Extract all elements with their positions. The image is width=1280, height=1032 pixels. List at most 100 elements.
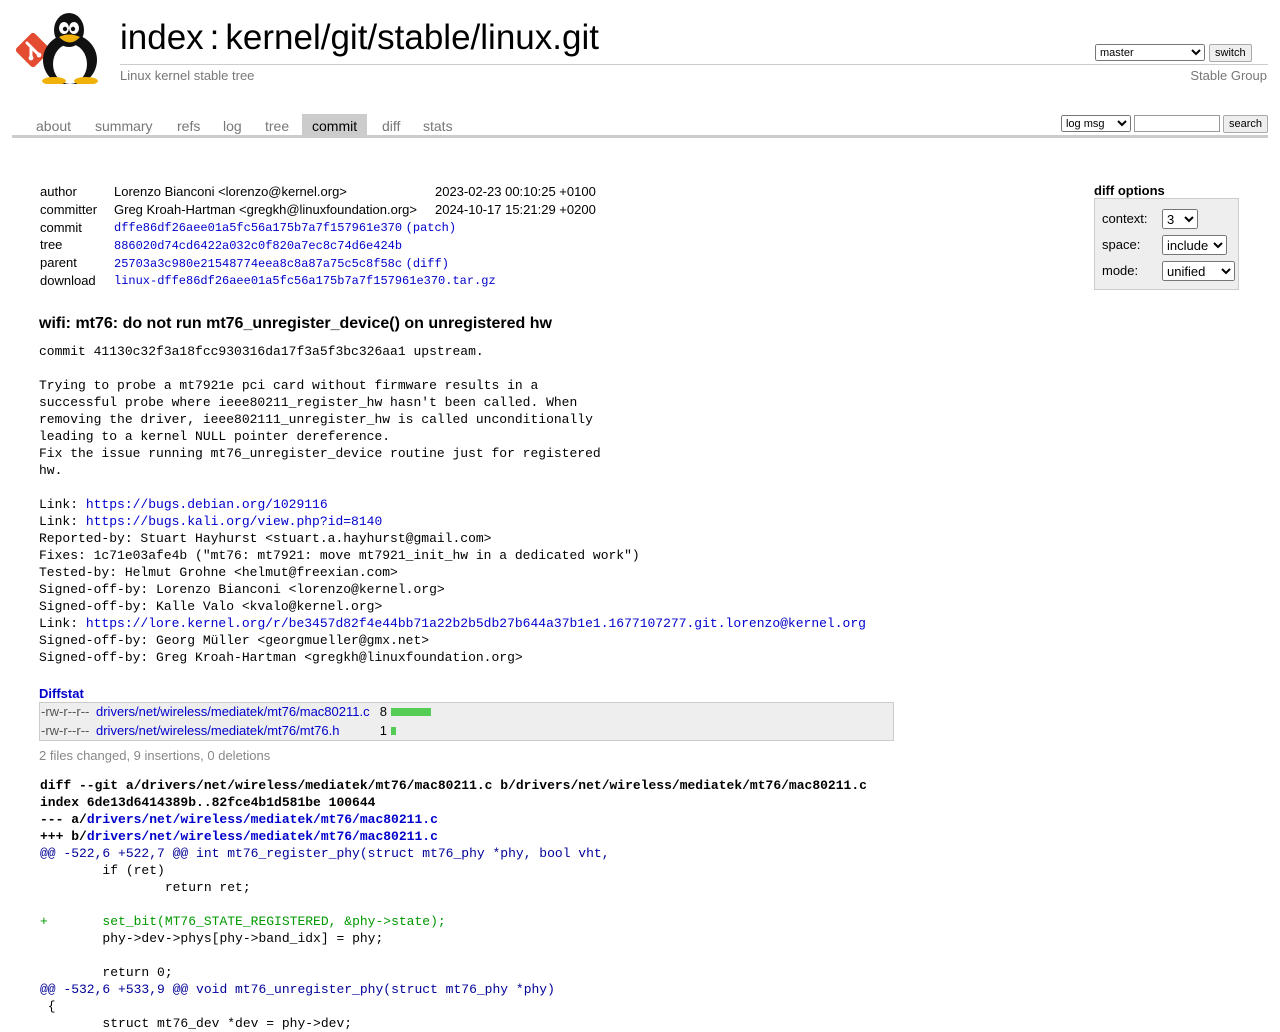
space-option: space: include bbox=[1102, 235, 1227, 255]
space-label: space: bbox=[1102, 237, 1141, 252]
diff-hunk-header: @@ -522,6 +522,7 @@ int mt76_register_ph… bbox=[40, 846, 610, 861]
diffstat-table: -rw-r--r-- drivers/net/wireless/mediatek… bbox=[39, 702, 894, 741]
message-line: Signed-off-by: Lorenzo Bianconi <lorenzo… bbox=[39, 582, 445, 597]
message-line: leading to a kernel NULL pointer derefer… bbox=[39, 429, 391, 444]
search-mode-select[interactable]: log msg bbox=[1060, 115, 1131, 132]
download-link[interactable]: linux-dffe86df26aee01a5fc56a175b7a7f1579… bbox=[114, 274, 496, 288]
message-line: Fix the issue running mt76_unregister_de… bbox=[39, 446, 601, 461]
diff-options-panel: context: 3 space: include mode: unified bbox=[1094, 198, 1239, 290]
insertions-bar bbox=[391, 727, 396, 735]
message-line bbox=[39, 479, 866, 496]
file-mode: -rw-r--r-- bbox=[41, 704, 90, 719]
tree-row: tree 886020d74cd6422a032c0f820a7ec8c74d6… bbox=[36, 236, 600, 254]
mode-label: mode: bbox=[1102, 263, 1139, 278]
committer-label: committer bbox=[40, 202, 98, 218]
message-line: removing the driver, ieee802111_unregist… bbox=[39, 412, 593, 427]
search-input[interactable] bbox=[1133, 115, 1220, 132]
repo-owner: Stable Group bbox=[1190, 68, 1267, 83]
diffstat-link[interactable]: Diffstat bbox=[39, 686, 84, 701]
context-select[interactable]: 3 bbox=[1162, 209, 1198, 229]
tux-penguin-icon bbox=[42, 13, 98, 84]
hunk-function: int mt76_register_phy(struct mt76_phy *p… bbox=[188, 846, 610, 861]
message-link[interactable]: https://lore.kernel.org/r/be3457d82f4e44… bbox=[86, 616, 866, 631]
page-title: index: kernel/git/stable/linux.git bbox=[120, 16, 599, 60]
message-line: Fixes: 1c71e03afe4b ("mt76: mt7921: move… bbox=[39, 548, 640, 563]
committer-date: 2024-10-17 15:21:29 +0200 bbox=[434, 202, 596, 218]
author-row: author Lorenzo Bianconi <lorenzo@kernel.… bbox=[36, 183, 600, 201]
diff-file-line: +++ b/drivers/net/wireless/mediatek/mt76… bbox=[40, 829, 438, 844]
tree-label: tree bbox=[40, 237, 63, 253]
commit-info-table: author Lorenzo Bianconi <lorenzo@kernel.… bbox=[36, 183, 600, 289]
diff-header-line: diff --git a/drivers/net/wireless/mediat… bbox=[40, 778, 867, 793]
author-date: 2023-02-23 00:10:25 +0100 bbox=[434, 184, 596, 200]
message-line: successful probe where ieee80211_registe… bbox=[39, 395, 578, 410]
commit-subject: wifi: mt76: do not run mt76_unregister_d… bbox=[39, 315, 552, 332]
diffstat-summary: 2 files changed, 9 insertions, 0 deletio… bbox=[39, 748, 271, 763]
author-label: author bbox=[40, 184, 77, 200]
tab-summary[interactable]: summary bbox=[85, 114, 163, 135]
file-path-link[interactable]: drivers/net/wireless/mediatek/mt76/mac80… bbox=[96, 703, 370, 721]
message-link[interactable]: https://bugs.debian.org/1029116 bbox=[86, 497, 328, 512]
tree-cell: 886020d74cd6422a032c0f820a7ec8c74d6e424b bbox=[110, 236, 600, 254]
download-cell: linux-dffe86df26aee01a5fc56a175b7a7f1579… bbox=[110, 271, 600, 289]
message-line: Link: https://bugs.debian.org/1029116 bbox=[39, 497, 328, 512]
message-line: hw. bbox=[39, 463, 63, 478]
diff-file-link[interactable]: drivers/net/wireless/mediatek/mt76/mac80… bbox=[87, 812, 438, 827]
message-line: Signed-off-by: Greg Kroah-Hartman <gregk… bbox=[39, 650, 523, 665]
download-label: download bbox=[40, 272, 96, 288]
diff-options-title: diff options bbox=[1094, 183, 1165, 198]
message-line bbox=[39, 360, 866, 377]
file-mode: -rw-r--r-- bbox=[41, 723, 90, 738]
author-value: Lorenzo Bianconi <lorenzo@kernel.org> bbox=[114, 184, 347, 200]
tab-stats[interactable]: stats bbox=[413, 114, 463, 135]
diff-context-line bbox=[40, 947, 867, 964]
tab-commit[interactable]: commit bbox=[302, 114, 368, 135]
parent-label: parent bbox=[40, 255, 77, 271]
context-option: context: 3 bbox=[1102, 209, 1198, 229]
space-select[interactable]: include bbox=[1162, 235, 1227, 255]
message-line: Tested-by: Helmut Grohne <helmut@freexia… bbox=[39, 565, 398, 580]
message-line: Signed-off-by: Georg Müller <georgmuelle… bbox=[39, 633, 430, 648]
message-line: Signed-off-by: Kalle Valo <kvalo@kernel.… bbox=[39, 599, 383, 614]
committer-value: Greg Kroah-Hartman <gregkh@linuxfoundati… bbox=[114, 202, 417, 218]
diff-context-line: if (ret) bbox=[40, 863, 165, 878]
context-label: context: bbox=[1102, 211, 1148, 226]
branch-select[interactable]: master bbox=[1095, 44, 1205, 61]
tab-log[interactable]: log bbox=[213, 114, 252, 135]
diff-context-line: phy->dev->phys[phy->band_idx] = phy; bbox=[40, 931, 384, 946]
diff-context-line bbox=[40, 896, 867, 913]
diff-header-line: index 6de13d6414389b..82fce4b1d581be 100… bbox=[40, 795, 376, 810]
parent-row: parent 25703a3c980e21548774eea8c8a87a75c… bbox=[36, 254, 600, 272]
switch-button[interactable]: switch bbox=[1209, 44, 1252, 62]
header-divider bbox=[120, 64, 1268, 65]
message-link[interactable]: https://bugs.kali.org/view.php?id=8140 bbox=[86, 514, 382, 529]
tab-refs[interactable]: refs bbox=[167, 114, 210, 135]
patch-link[interactable]: patch bbox=[413, 221, 449, 235]
tab-diff[interactable]: diff bbox=[372, 114, 410, 135]
parent-diff-link[interactable]: diff bbox=[413, 257, 442, 271]
search-button[interactable]: search bbox=[1222, 115, 1268, 133]
diff-file-link[interactable]: drivers/net/wireless/mediatek/mt76/mac80… bbox=[87, 829, 438, 844]
message-line: Trying to probe a mt7921e pci card witho… bbox=[39, 378, 539, 393]
message-line: Link: https://bugs.kali.org/view.php?id=… bbox=[39, 514, 383, 529]
hunk-function: void mt76_unregister_phy(struct mt76_phy… bbox=[188, 982, 555, 997]
file-path-link[interactable]: drivers/net/wireless/mediatek/mt76/mt76.… bbox=[96, 722, 339, 740]
repo-link[interactable]: kernel/git/stable/linux.git bbox=[225, 18, 599, 57]
mode-select[interactable]: unified bbox=[1162, 261, 1235, 281]
repo-description: Linux kernel stable tree bbox=[120, 68, 255, 83]
insertions-bar bbox=[391, 708, 431, 716]
commit-hash-link[interactable]: dffe86df26aee01a5fc56a175b7a7f157961e370 bbox=[114, 221, 402, 235]
tab-about[interactable]: about bbox=[26, 114, 81, 135]
parent-hash-link[interactable]: 25703a3c980e21548774eea8c8a87a75c5c8f58c bbox=[114, 257, 402, 271]
commit-cell: dffe86df26aee01a5fc56a175b7a7f157961e370… bbox=[114, 221, 457, 236]
index-link[interactable]: index bbox=[120, 18, 204, 57]
search-form: log msg search bbox=[1060, 115, 1268, 133]
message-line: Link: https://lore.kernel.org/r/be3457d8… bbox=[39, 616, 866, 631]
committer-row: committer Greg Kroah-Hartman <gregkh@lin… bbox=[36, 201, 600, 219]
tux-git-logo[interactable] bbox=[14, 12, 110, 84]
branch-switch-form: master switch bbox=[1095, 44, 1252, 62]
download-row: download linux-dffe86df26aee01a5fc56a175… bbox=[36, 271, 600, 289]
commit-row: commit dffe86df26aee01a5fc56a175b7a7f157… bbox=[36, 218, 600, 236]
tab-tree[interactable]: tree bbox=[255, 114, 299, 135]
tree-hash-link[interactable]: 886020d74cd6422a032c0f820a7ec8c74d6e424b bbox=[114, 239, 402, 253]
